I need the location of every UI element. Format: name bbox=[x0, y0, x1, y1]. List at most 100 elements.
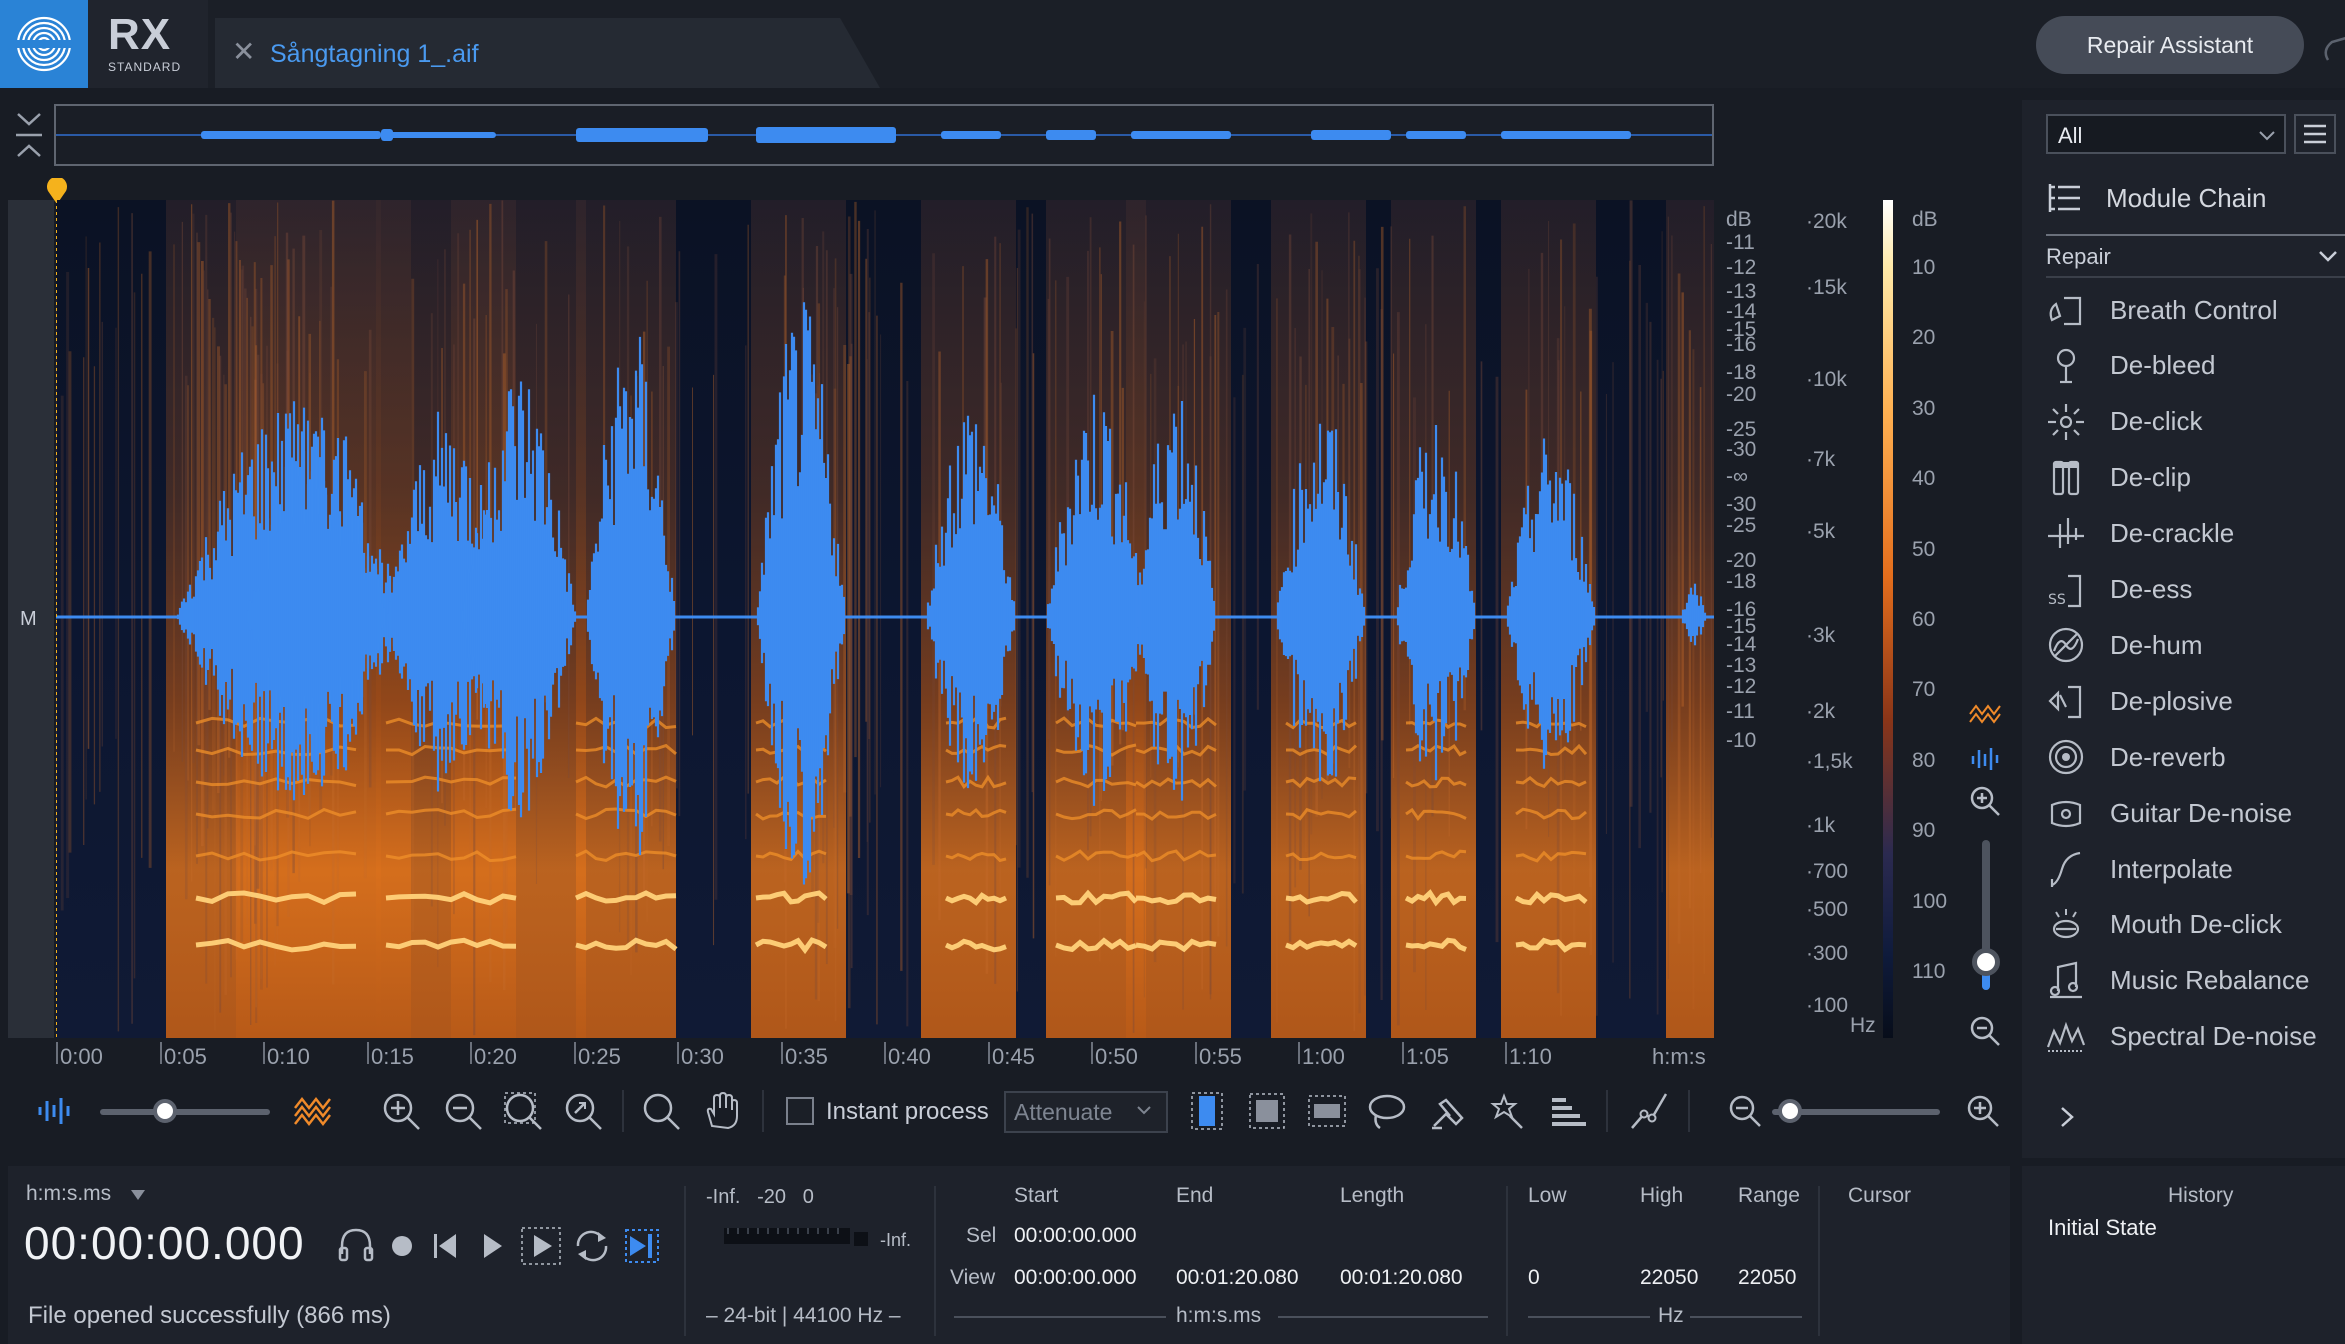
hz-tick-label: ·2k bbox=[1806, 700, 1836, 723]
module-item-label: De-click bbox=[2110, 406, 2203, 437]
module-filter-select[interactable]: All bbox=[2046, 114, 2286, 154]
module-item-guitar-de-noise[interactable]: Guitar De-noise bbox=[2046, 786, 2345, 840]
hand-icon[interactable] bbox=[2318, 30, 2345, 70]
loop-icon[interactable] bbox=[576, 1230, 608, 1262]
vertical-zoom-knob[interactable] bbox=[1972, 948, 2000, 976]
zoom-tool-icon[interactable] bbox=[640, 1090, 682, 1132]
panel-divider bbox=[1818, 1186, 1820, 1336]
chevron-down-icon[interactable] bbox=[130, 1188, 146, 1202]
freq-units-label: Hz bbox=[1658, 1304, 1684, 1327]
module-item-label: De-plosive bbox=[2110, 685, 2233, 716]
sel-start-value[interactable]: 00:00:00.000 bbox=[1014, 1224, 1137, 1248]
zoom-to-selection-icon[interactable] bbox=[502, 1090, 544, 1132]
db-tick-label: -25 bbox=[1726, 514, 1757, 537]
module-item-breath-control[interactable]: Breath Control bbox=[2046, 283, 2345, 337]
module-item-music-rebalance[interactable]: Music Rebalance bbox=[2046, 954, 2345, 1008]
view-length-value[interactable]: 00:01:20.080 bbox=[1340, 1266, 1463, 1290]
module-item-de-crackle[interactable]: De-crackle bbox=[2046, 507, 2345, 561]
colorbar-unit-label: dB bbox=[1912, 208, 1938, 231]
spectrogram-view[interactable] bbox=[56, 200, 1714, 1038]
colorbar-tick-label: 110 bbox=[1912, 960, 1946, 983]
time-tick-label: 0:00 bbox=[60, 1044, 103, 1069]
module-menu-button[interactable] bbox=[2294, 114, 2336, 154]
time-tick bbox=[1505, 1042, 1507, 1064]
view-start-value[interactable]: 00:00:00.000 bbox=[1014, 1266, 1137, 1290]
view-end-value[interactable]: 00:01:20.080 bbox=[1176, 1266, 1299, 1290]
spectrogram-view-icon[interactable] bbox=[1968, 700, 2002, 728]
izotope-logo[interactable] bbox=[0, 0, 88, 88]
time-unit-label: h:m:s bbox=[1652, 1044, 1706, 1069]
db-tick-label: -12 bbox=[1726, 675, 1757, 698]
panel-divider bbox=[934, 1186, 936, 1336]
zoom-in-icon[interactable] bbox=[380, 1090, 422, 1132]
module-item-label: De-clip bbox=[2110, 462, 2191, 493]
db-tick-label: -11 bbox=[1726, 231, 1755, 254]
de-crackle-icon bbox=[2048, 517, 2084, 548]
module-item-de-click[interactable]: De-click bbox=[2046, 395, 2345, 449]
repair-assistant-button[interactable]: Repair Assistant bbox=[2036, 16, 2304, 74]
repair-category-header[interactable]: Repair bbox=[2046, 234, 2345, 278]
close-tab-icon[interactable]: ✕ bbox=[232, 38, 255, 66]
vertical-zoom-in-icon[interactable] bbox=[1968, 784, 2002, 818]
play-icon[interactable] bbox=[484, 1234, 502, 1258]
spectrogram-colorbar[interactable] bbox=[1883, 200, 1893, 1038]
module-item-de-bleed[interactable]: De-bleed bbox=[2046, 339, 2345, 393]
time-tick-label: 1:05 bbox=[1406, 1044, 1449, 1069]
time-tick-label: 0:45 bbox=[992, 1044, 1035, 1069]
chevron-right-icon[interactable] bbox=[2054, 1104, 2080, 1130]
chevron-down-icon[interactable] bbox=[2316, 244, 2340, 268]
skip-back-icon[interactable] bbox=[434, 1234, 456, 1258]
record-icon[interactable] bbox=[392, 1236, 412, 1256]
collapse-overview-icon[interactable] bbox=[12, 108, 46, 162]
module-item-de-ess[interactable]: SS De-ess bbox=[2046, 563, 2345, 617]
instant-process-checkbox[interactable] bbox=[786, 1097, 814, 1125]
instant-process-label[interactable]: Instant process bbox=[826, 1098, 989, 1126]
colorbar-tick-label: 30 bbox=[1912, 396, 1936, 420]
headphones-icon[interactable] bbox=[338, 1228, 374, 1262]
module-item-mouth-de-click[interactable]: Mouth De-click bbox=[2046, 898, 2345, 952]
zoom-fit-icon[interactable] bbox=[562, 1090, 604, 1132]
module-item-spectral-de-noise[interactable]: Spectral De-noise bbox=[2046, 1010, 2345, 1064]
file-tab-name[interactable]: Sångtagning 1_.aif bbox=[270, 40, 479, 69]
vertical-zoom-out-icon[interactable] bbox=[1968, 1014, 2002, 1048]
follow-playhead-icon[interactable] bbox=[625, 1229, 659, 1263]
db-tick-label: -18 bbox=[1726, 570, 1757, 593]
status-message: File opened successfully (866 ms) bbox=[28, 1302, 391, 1329]
module-item-de-plosive[interactable]: De-plosive bbox=[2046, 674, 2345, 728]
panel-divider bbox=[1506, 1186, 1508, 1336]
range-value[interactable]: 22050 bbox=[1738, 1266, 1796, 1290]
hamburger-menu-icon bbox=[2304, 124, 2326, 144]
view-row-label: View bbox=[950, 1266, 996, 1289]
spectrogram-toggle-icon[interactable] bbox=[292, 1090, 334, 1132]
zoom-out-icon[interactable] bbox=[442, 1090, 484, 1132]
db-tick-label: -∞ bbox=[1726, 465, 1748, 488]
module-item-de-clip[interactable]: De-clip bbox=[2046, 451, 2345, 505]
end-header: End bbox=[1176, 1184, 1214, 1207]
overview-navigator[interactable] bbox=[54, 104, 1714, 166]
waveform-view-icon[interactable] bbox=[1968, 746, 2002, 772]
opacity-slider[interactable] bbox=[100, 1109, 270, 1115]
low-value[interactable]: 0 bbox=[1528, 1266, 1540, 1290]
high-value[interactable]: 22050 bbox=[1640, 1266, 1698, 1290]
module-chain-button[interactable]: Module Chain bbox=[2046, 176, 2266, 220]
hand-tool-icon[interactable] bbox=[700, 1090, 742, 1132]
product-name: RX bbox=[108, 10, 172, 59]
time-tick-label: 1:00 bbox=[1302, 1044, 1345, 1069]
play-selection-icon[interactable] bbox=[521, 1227, 561, 1265]
time-format-select[interactable]: h:m:s.ms bbox=[26, 1182, 111, 1206]
toolbar-divider bbox=[762, 1090, 764, 1132]
db-unit-label: dB bbox=[1726, 208, 1752, 231]
history-item[interactable]: Initial State bbox=[2048, 1215, 2157, 1241]
module-item-de-hum[interactable]: De-hum bbox=[2046, 618, 2345, 672]
module-item-de-reverb[interactable]: De-reverb bbox=[2046, 730, 2345, 784]
time-tick bbox=[1195, 1042, 1197, 1064]
time-axis[interactable]: h:m:s 0:00 0:05 0:10 0:15 0:20 0:25 0:30 0:35 0:… bbox=[56, 1040, 1714, 1074]
opacity-slider-knob[interactable] bbox=[152, 1099, 177, 1123]
hz-tick-label: ·10k bbox=[1806, 368, 1847, 391]
db-tick-label: -10 bbox=[1726, 729, 1757, 752]
waveform-toggle-icon[interactable] bbox=[34, 1090, 76, 1132]
vertical-zoom-controls bbox=[1960, 700, 2010, 1046]
high-header: High bbox=[1640, 1184, 1684, 1207]
time-tick-label: 0:10 bbox=[267, 1044, 310, 1069]
module-item-interpolate[interactable]: Interpolate bbox=[2046, 842, 2345, 896]
